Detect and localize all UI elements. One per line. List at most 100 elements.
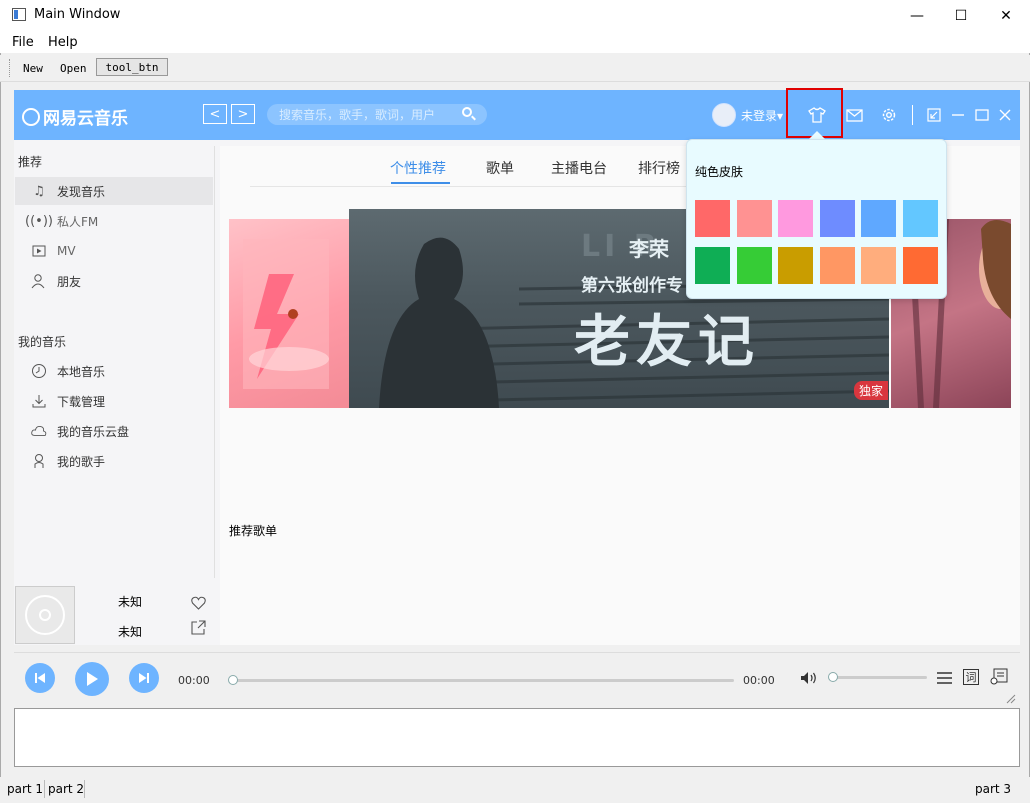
status-bar [0, 777, 1030, 803]
status-part-3: part 3 [975, 782, 1012, 796]
heart-icon [191, 596, 206, 610]
chevron-right-icon: > [237, 106, 249, 122]
menu-help[interactable]: Help [48, 35, 78, 50]
header-divider [912, 105, 913, 125]
sidebar-item-local-music[interactable]: 本地音乐 [15, 357, 213, 385]
mini-mode-button[interactable] [923, 104, 945, 126]
sidebar-item-mv[interactable]: MV [15, 237, 213, 265]
skin-color-swatch[interactable] [902, 247, 938, 284]
new-button[interactable]: New [17, 59, 49, 77]
skin-color-swatch[interactable] [819, 200, 855, 237]
status-divider [84, 780, 85, 798]
volume-slider[interactable] [832, 676, 927, 679]
app-logo: 网易云音乐 [22, 104, 128, 129]
nav-forward-button[interactable]: > [231, 104, 255, 124]
nav-back-button[interactable]: < [203, 104, 227, 124]
sidebar-section-recommend: 推荐 [18, 155, 43, 169]
gear-icon [882, 108, 896, 122]
sidebar-item-my-singers[interactable]: 我的歌手 [15, 447, 213, 475]
close-button[interactable]: ✕ [983, 0, 1029, 31]
tab-personal-recommend[interactable]: 个性推荐 [390, 158, 446, 178]
sidebar-section-my-music: 我的音乐 [18, 335, 67, 349]
sidebar-item-label: MV [57, 244, 76, 258]
sidebar-item-cloud[interactable]: 我的音乐云盘 [15, 417, 213, 445]
tab-radio[interactable]: 主播电台 [551, 158, 607, 178]
prev-button[interactable] [25, 663, 55, 693]
play-button[interactable] [75, 662, 109, 696]
skin-color-swatch[interactable] [778, 200, 813, 237]
sidebar-item-discover[interactable]: ♫ 发现音乐 [15, 177, 213, 205]
skin-color-swatch[interactable] [778, 247, 813, 284]
status-part-1: part 1 [7, 782, 44, 796]
skin-color-swatch[interactable] [736, 200, 772, 237]
tab-playlists[interactable]: 歌单 [486, 158, 514, 178]
skin-color-swatch[interactable] [695, 247, 730, 284]
skin-popup: 纯色皮肤 [686, 139, 947, 299]
search-icon[interactable] [462, 107, 472, 117]
maximize-button[interactable]: ☐ [938, 0, 984, 31]
playlist-button[interactable] [990, 668, 1009, 689]
minimize-icon: — [910, 7, 924, 24]
playlist-icon [990, 668, 1008, 685]
like-button[interactable] [191, 595, 206, 614]
volume-icon [801, 672, 816, 684]
app-header [14, 90, 1020, 140]
skin-color-swatch[interactable] [861, 247, 896, 284]
login-status[interactable]: 未登录▾ [741, 107, 783, 124]
play-icon [87, 672, 98, 686]
clock-icon [31, 363, 47, 379]
chevron-left-icon: < [209, 106, 221, 122]
skin-color-swatch[interactable] [861, 200, 896, 237]
playlist-mode-button[interactable] [936, 670, 953, 689]
message-button[interactable] [843, 104, 865, 126]
minimize-button[interactable]: — [894, 0, 940, 31]
resize-grip[interactable] [1006, 689, 1016, 704]
mail-icon [845, 108, 863, 122]
app-minimize-button[interactable] [947, 104, 969, 126]
friends-icon [31, 273, 47, 289]
sidebar-item-downloads[interactable]: 下载管理 [15, 387, 213, 415]
menu-file[interactable]: File [12, 35, 34, 50]
lyrics-icon: 词 [965, 671, 977, 684]
progress-bar[interactable] [232, 679, 734, 682]
lyrics-button[interactable]: 词 [963, 669, 979, 685]
share-button[interactable] [191, 620, 206, 639]
banner-subtitle: 第六张创作专 [581, 276, 683, 296]
banner-left-thumb[interactable] [229, 219, 349, 408]
sidebar-item-label: 本地音乐 [57, 364, 106, 379]
banner-left-art [243, 239, 329, 389]
previous-icon [35, 673, 45, 683]
maximize-icon [975, 109, 989, 121]
album-cover-thumb[interactable] [15, 586, 75, 644]
next-button[interactable] [129, 663, 159, 693]
search-input[interactable]: 搜索音乐，歌手，歌词，用户 [267, 104, 487, 125]
text-edit-area[interactable] [14, 708, 1020, 767]
volume-button[interactable] [800, 670, 818, 689]
shrink-icon [927, 108, 941, 122]
app-close-button[interactable] [994, 104, 1016, 126]
toolbar-grip[interactable] [9, 59, 12, 77]
tool-btn[interactable]: tool_btn [96, 58, 168, 76]
menu-bar [0, 31, 1030, 53]
app-maximize-button[interactable] [971, 104, 993, 126]
open-button[interactable]: Open [54, 59, 93, 77]
total-time: 00:00 [743, 674, 775, 687]
exclusive-badge: 独家 [854, 381, 889, 400]
skin-color-swatch[interactable] [902, 200, 938, 237]
close-icon [999, 109, 1011, 121]
now-playing-song: 未知 [118, 595, 143, 609]
sidebar-item-fm[interactable]: ((•)) 私人FM [15, 207, 213, 235]
progress-handle[interactable] [228, 675, 238, 685]
skin-color-swatch[interactable] [819, 247, 855, 284]
volume-handle[interactable] [828, 672, 838, 682]
current-time: 00:00 [178, 674, 210, 687]
radio-icon: ((•)) [25, 213, 53, 229]
tab-charts[interactable]: 排行榜 [638, 158, 680, 178]
skin-color-swatch[interactable] [695, 200, 730, 237]
settings-button[interactable] [878, 104, 900, 126]
window-app-icon [12, 8, 26, 21]
skin-color-swatch[interactable] [736, 247, 772, 284]
sidebar-item-friends[interactable]: 朋友 [15, 267, 213, 295]
avatar[interactable] [712, 103, 736, 127]
netease-logo-icon [22, 107, 40, 126]
